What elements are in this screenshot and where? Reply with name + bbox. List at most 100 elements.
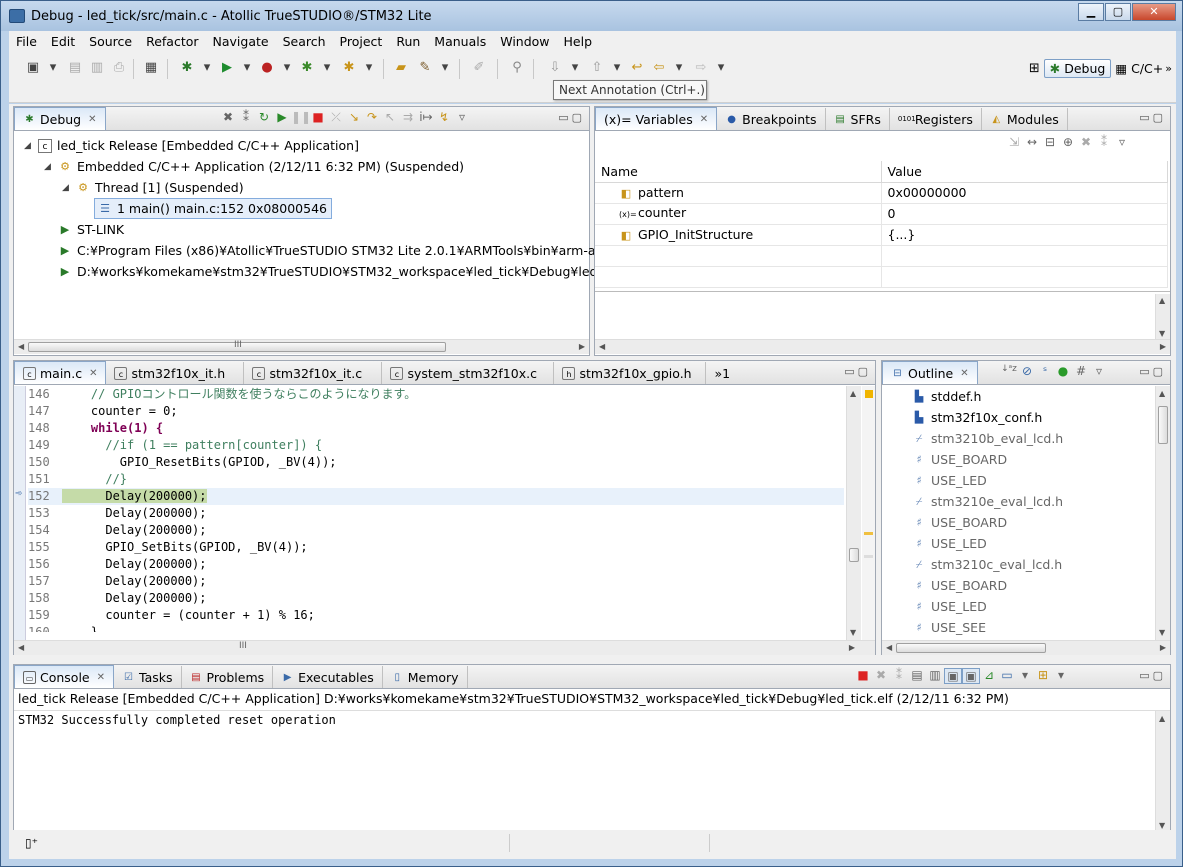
- list-item[interactable]: ⌿ stm3210c_eval_lcd.h: [912, 554, 1062, 575]
- scroll-up-icon[interactable]: ▲: [1159, 296, 1165, 305]
- scroll-thumb[interactable]: [849, 548, 859, 562]
- next-annotation-icon[interactable]: ⇩: [547, 60, 563, 76]
- print-icon[interactable]: ⎙: [111, 60, 127, 76]
- clear-console-icon[interactable]: ▤: [908, 668, 926, 684]
- close-button[interactable]: ✕: [1132, 3, 1176, 21]
- expanded-icon[interactable]: ◢: [44, 162, 54, 172]
- vertical-scrollbar[interactable]: ▲ ▼: [846, 386, 861, 640]
- show-when-stderr-icon[interactable]: ▣: [962, 668, 980, 684]
- menu-navigate[interactable]: Navigate: [206, 34, 276, 49]
- column-header-value[interactable]: Value: [881, 161, 1168, 183]
- list-item[interactable]: ♯ USE_BOARD: [912, 449, 1007, 470]
- close-icon[interactable]: ✕: [960, 368, 968, 379]
- menu-file[interactable]: File: [9, 34, 44, 49]
- last-edit-icon[interactable]: ↩: [629, 60, 645, 76]
- perspective-c-cpp[interactable]: ▦ C/C+: [1115, 61, 1163, 76]
- external-tools-icon[interactable]: ●: [259, 60, 275, 76]
- build-dropdown-icon[interactable]: ▾: [361, 60, 377, 76]
- list-item[interactable]: ⌿ stm3210b_eval_lcd.h: [912, 428, 1064, 449]
- view-menu-icon[interactable]: ▿: [1113, 135, 1131, 149]
- scroll-lock-icon[interactable]: ▥: [926, 668, 944, 684]
- tab-stm32f10x-it-c[interactable]: c stm32f10x_it.c: [244, 362, 383, 384]
- vertical-scrollbar[interactable]: ▲ ▼: [1155, 711, 1170, 833]
- console-output[interactable]: STM32 Successfully completed reset opera…: [18, 713, 336, 727]
- tab-executables[interactable]: ▶ Executables: [273, 666, 383, 688]
- back-icon[interactable]: ⇦: [651, 60, 667, 76]
- view-menu-icon[interactable]: ▿: [453, 110, 471, 125]
- tab-registers[interactable]: 0101 Registers: [890, 108, 982, 130]
- tab-breakpoints[interactable]: ● Breakpoints: [717, 108, 826, 130]
- run-dropdown-icon[interactable]: ▾: [239, 60, 255, 76]
- list-item[interactable]: ♯ USE_BOARD: [912, 512, 1007, 533]
- menu-edit[interactable]: Edit: [44, 34, 82, 49]
- step-return-icon[interactable]: ↖: [381, 110, 399, 125]
- scroll-left-icon[interactable]: ◀: [18, 342, 24, 351]
- step-over-icon[interactable]: ↷: [363, 110, 381, 125]
- vertical-scrollbar[interactable]: ▲ ▼: [1155, 386, 1170, 640]
- list-item[interactable]: ▙ stm32f10x_conf.h: [912, 407, 1043, 428]
- tab-debug[interactable]: ✱ Debug ✕: [14, 107, 106, 130]
- scroll-right-icon[interactable]: ▶: [1160, 342, 1166, 351]
- menu-help[interactable]: Help: [557, 34, 600, 49]
- terminate-icon[interactable]: ■: [309, 110, 327, 125]
- horizontal-scrollbar[interactable]: ◀ ▶: [595, 339, 1170, 354]
- tab-variables[interactable]: (x)= Variables ✕: [595, 107, 718, 130]
- search-icon[interactable]: ⚲: [509, 60, 525, 76]
- horizontal-scrollbar[interactable]: ◀ III ▶: [14, 339, 589, 354]
- close-icon[interactable]: ✕: [89, 368, 97, 379]
- horizontal-scrollbar[interactable]: ◀ ▶: [882, 640, 1170, 655]
- hide-non-public-icon[interactable]: ●: [1054, 364, 1072, 378]
- list-item[interactable]: ♯ USE_SEE: [912, 617, 986, 638]
- show-type-names-icon[interactable]: ⇲: [1005, 135, 1023, 149]
- back-dropdown-icon[interactable]: ▾: [671, 60, 687, 76]
- suspend-icon[interactable]: ❚❚: [291, 110, 311, 125]
- new-icon[interactable]: ▣: [25, 60, 41, 76]
- scroll-left-icon[interactable]: ◀: [18, 643, 24, 652]
- scroll-right-icon[interactable]: ▶: [849, 643, 855, 652]
- tab-outline[interactable]: ⊟ Outline ✕: [882, 361, 978, 384]
- minimize-maximize-icons[interactable]: ▭▢: [844, 365, 871, 378]
- tool-icon[interactable]: ✎: [417, 60, 433, 76]
- list-item[interactable]: ▙ stddef.h: [912, 386, 982, 407]
- tab-stm32f10x-it-h[interactable]: c stm32f10x_it.h: [106, 362, 245, 384]
- tab-modules[interactable]: ◭ Modules: [982, 108, 1068, 130]
- drop-to-frame-icon[interactable]: ⇉: [399, 110, 417, 125]
- overview-ruler[interactable]: [862, 386, 875, 640]
- save-icon[interactable]: ▤: [67, 60, 83, 76]
- add-global-variables-icon[interactable]: ⊕: [1059, 135, 1077, 149]
- minimize-maximize-icons[interactable]: ▭▢: [1139, 111, 1166, 124]
- scroll-up-icon[interactable]: ▲: [1159, 714, 1165, 723]
- list-item[interactable]: ♯ USE_LED: [912, 596, 986, 617]
- column-header-name[interactable]: Name: [595, 161, 882, 183]
- details-scrollbar[interactable]: ▲ ▼: [1155, 294, 1170, 340]
- editor-tabs-overflow[interactable]: »1: [706, 362, 738, 384]
- hide-fields-icon[interactable]: ⊘: [1018, 364, 1036, 378]
- debug-icon[interactable]: ✱: [179, 60, 195, 76]
- show-logical-structure-icon[interactable]: ↔: [1023, 135, 1041, 149]
- remove-all-terminated-icon[interactable]: ⁑: [890, 668, 908, 684]
- tool-dropdown-icon[interactable]: ▾: [437, 60, 453, 76]
- external-tools-dropdown-icon[interactable]: ▾: [279, 60, 295, 76]
- restart-icon[interactable]: ↻: [255, 110, 273, 125]
- table-row[interactable]: ◧ GPIO_InitStructure {...}: [595, 224, 1168, 246]
- save-all-icon[interactable]: ▥: [89, 60, 105, 76]
- minimize-maximize-icons[interactable]: ▭▢: [558, 111, 585, 124]
- tab-memory[interactable]: ▯ Memory: [383, 666, 468, 688]
- minimize-maximize-icons[interactable]: ▭▢: [1139, 365, 1166, 378]
- tab-main-c[interactable]: c main.c ✕: [14, 361, 107, 384]
- scroll-down-icon[interactable]: ▼: [850, 628, 856, 637]
- scroll-right-icon[interactable]: ▶: [579, 342, 585, 351]
- view-menu-icon[interactable]: ▿: [1090, 364, 1108, 378]
- show-when-stdout-icon[interactable]: ▣: [944, 668, 962, 684]
- close-icon[interactable]: ✕: [97, 672, 105, 683]
- menu-window[interactable]: Window: [493, 34, 556, 49]
- tab-problems[interactable]: ▤ Problems: [182, 666, 274, 688]
- dropdown-arrow-icon[interactable]: ▾: [45, 60, 61, 76]
- step-into-icon[interactable]: ↘: [345, 110, 363, 125]
- sort-icon[interactable]: ↓ᵃz: [1000, 364, 1018, 378]
- menu-project[interactable]: Project: [333, 34, 390, 49]
- expanded-icon[interactable]: ◢: [24, 141, 34, 151]
- open-console-icon[interactable]: ⊞: [1034, 668, 1052, 684]
- hide-static-icon[interactable]: ˢ: [1036, 364, 1054, 378]
- remove-global-variables-icon[interactable]: ✖: [1077, 135, 1095, 149]
